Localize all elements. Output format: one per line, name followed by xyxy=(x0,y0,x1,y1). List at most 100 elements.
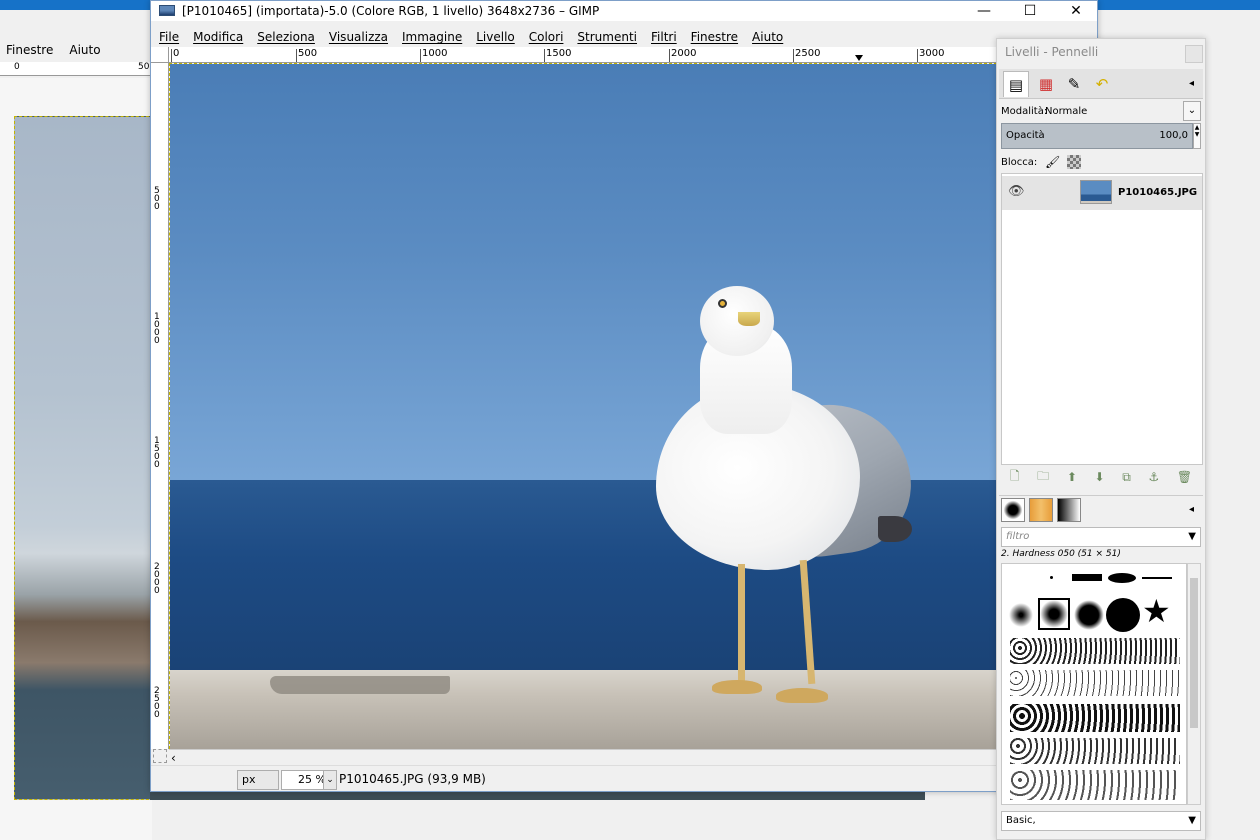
brush-menu-icon[interactable]: ◂ xyxy=(1189,504,1194,515)
menu-colori[interactable]: Colori xyxy=(529,27,564,47)
brush-item[interactable] xyxy=(1074,600,1104,630)
menu-filtri[interactable]: Filtri xyxy=(651,27,677,47)
ruler-label: 2 0 0 0 xyxy=(154,562,160,596)
brush-scrollbar[interactable] xyxy=(1187,563,1201,805)
paths-tab-icon[interactable]: ✎ xyxy=(1061,71,1087,97)
opacity-slider[interactable]: Opacità 100,0 xyxy=(1001,123,1193,149)
duplicate-layer-icon[interactable]: ⧉ xyxy=(1122,470,1131,485)
seagull-leg xyxy=(738,564,745,684)
brush-item[interactable] xyxy=(1106,598,1140,632)
layer-row[interactable]: 👁 P1010465.JPG xyxy=(1002,176,1202,210)
title-bar[interactable]: [P1010465] (importata)-5.0 (Colore RGB, … xyxy=(151,1,1097,21)
ruler-label: 500 xyxy=(298,48,318,59)
brush-item[interactable] xyxy=(1050,576,1053,579)
brush-item[interactable] xyxy=(1010,738,1180,764)
ruler-label: 2 5 0 0 xyxy=(154,686,160,720)
brush-item[interactable] xyxy=(1010,704,1180,732)
brush-item[interactable] xyxy=(1072,574,1102,581)
menu-seleziona[interactable]: Seleziona xyxy=(257,27,315,47)
brush-filter-input[interactable]: filtro ▼ xyxy=(1001,527,1201,547)
horizontal-scrollbar[interactable]: ‹ xyxy=(169,749,997,765)
brush-preset-select[interactable]: Basic, ▼ xyxy=(1001,811,1201,831)
ruler-label: 1 0 0 0 xyxy=(154,312,160,346)
channels-tab-icon[interactable]: ▦ xyxy=(1033,71,1059,97)
background-photo xyxy=(14,116,154,800)
brush-grid[interactable]: ★ xyxy=(1001,563,1187,805)
bg-ruler-label: 0 xyxy=(14,62,20,72)
lock-pixels-icon[interactable]: 🖌 xyxy=(1045,155,1060,169)
window-title: [P1010465] (importata)-5.0 (Colore RGB, … xyxy=(182,4,600,18)
chevron-down-icon[interactable]: ⌄ xyxy=(1183,101,1201,121)
seagull-beak xyxy=(738,312,760,326)
chevron-down-icon[interactable]: ⌄ xyxy=(323,770,337,790)
ruler-label: 2500 xyxy=(795,48,821,59)
lock-label: Blocca: xyxy=(1001,157,1038,168)
preset-value: Basic, xyxy=(1006,815,1036,826)
undo-history-tab-icon[interactable]: ↶ xyxy=(1089,71,1115,97)
visibility-eye-icon[interactable]: 👁 xyxy=(1008,184,1025,199)
navigate-icon[interactable] xyxy=(153,749,167,763)
horizontal-ruler[interactable]: 0 500 1000 1500 2000 2500 3000 xyxy=(169,47,997,63)
menu-aiuto[interactable]: Aiuto xyxy=(752,27,783,47)
opacity-label: Opacità xyxy=(1006,130,1045,141)
status-text: P1010465.JPG (93,9 MB) xyxy=(339,772,486,786)
scroll-left-icon[interactable]: ‹ xyxy=(171,750,176,766)
brush-item-selected[interactable] xyxy=(1038,598,1070,630)
chevron-down-icon[interactable]: ▼ xyxy=(1188,812,1196,830)
anchor-layer-icon[interactable]: ⚓ xyxy=(1148,470,1159,484)
lower-layer-icon[interactable]: ⬇ xyxy=(1095,470,1105,484)
background-ruler: 0 50 xyxy=(0,62,152,76)
brushes-tab-icon[interactable] xyxy=(1001,498,1025,522)
brush-item[interactable] xyxy=(1010,770,1180,800)
layers-tab-icon[interactable]: ▤ xyxy=(1003,71,1029,97)
ruler-label: 2000 xyxy=(671,48,697,59)
unit-select[interactable]: px xyxy=(237,770,279,790)
menu-strumenti[interactable]: Strumenti xyxy=(577,27,637,47)
close-button[interactable]: ✕ xyxy=(1053,1,1099,21)
chevron-down-icon[interactable]: ▼ xyxy=(1188,528,1196,546)
minimize-button[interactable]: — xyxy=(961,1,1007,21)
raise-layer-icon[interactable]: ⬆ xyxy=(1067,470,1077,484)
status-bar: px 25 % ⌄ P1010465.JPG (93,9 MB) xyxy=(151,765,1097,791)
delete-layer-icon[interactable]: 🗑 xyxy=(1177,470,1192,484)
ruler-corner[interactable] xyxy=(151,47,169,63)
image-canvas[interactable] xyxy=(169,63,997,749)
patterns-tab-icon[interactable] xyxy=(1029,498,1053,522)
ruler-tick xyxy=(296,49,297,62)
brush-item[interactable] xyxy=(1008,602,1034,628)
seagull-tail xyxy=(878,516,912,542)
gradients-tab-icon[interactable] xyxy=(1057,498,1081,522)
bg-menu-aiuto[interactable]: Aiuto xyxy=(69,40,100,60)
bg-menu-finestre[interactable]: Finestre xyxy=(6,40,53,60)
menu-modifica[interactable]: Modifica xyxy=(193,27,243,47)
scrollbar-thumb[interactable] xyxy=(1190,578,1198,728)
brush-item[interactable] xyxy=(1010,670,1180,696)
menu-visualizza[interactable]: Visualizza xyxy=(329,27,388,47)
ruler-tick xyxy=(793,49,794,62)
new-layer-icon[interactable]: 🗋 xyxy=(1010,467,1020,488)
brush-item[interactable] xyxy=(1142,577,1172,579)
maximize-button[interactable]: ☐ xyxy=(1007,1,1053,21)
pointer-marker-icon xyxy=(855,55,863,61)
ruler-tick xyxy=(917,49,918,62)
new-group-icon[interactable]: 🗀 xyxy=(1037,467,1049,488)
image-icon xyxy=(159,5,175,16)
ruler-label: 3000 xyxy=(919,48,945,59)
menu-immagine[interactable]: Immagine xyxy=(402,27,462,47)
filter-placeholder: filtro xyxy=(1006,531,1030,542)
vertical-ruler[interactable]: 5 0 0 1 0 0 0 1 5 0 0 2 0 0 0 2 5 0 0 xyxy=(151,63,169,749)
layer-name[interactable]: P1010465.JPG xyxy=(1118,187,1197,198)
brush-tabs: ◂ xyxy=(999,495,1203,523)
menu-file[interactable]: File xyxy=(159,27,179,47)
brush-item[interactable] xyxy=(1010,638,1180,664)
brush-item[interactable] xyxy=(1108,573,1136,583)
lock-alpha-icon[interactable] xyxy=(1067,155,1081,169)
mode-value[interactable]: Normale xyxy=(1045,106,1087,117)
star-brush-icon[interactable]: ★ xyxy=(1142,594,1171,628)
ruler-tick xyxy=(669,49,670,62)
opacity-spinner[interactable]: ▲ ▼ xyxy=(1193,123,1201,149)
menu-finestre[interactable]: Finestre xyxy=(691,27,738,47)
menu-livello[interactable]: Livello xyxy=(476,27,515,47)
dock-menu-icon[interactable]: ◂ xyxy=(1189,78,1194,89)
dock-close-button[interactable] xyxy=(1185,45,1203,63)
